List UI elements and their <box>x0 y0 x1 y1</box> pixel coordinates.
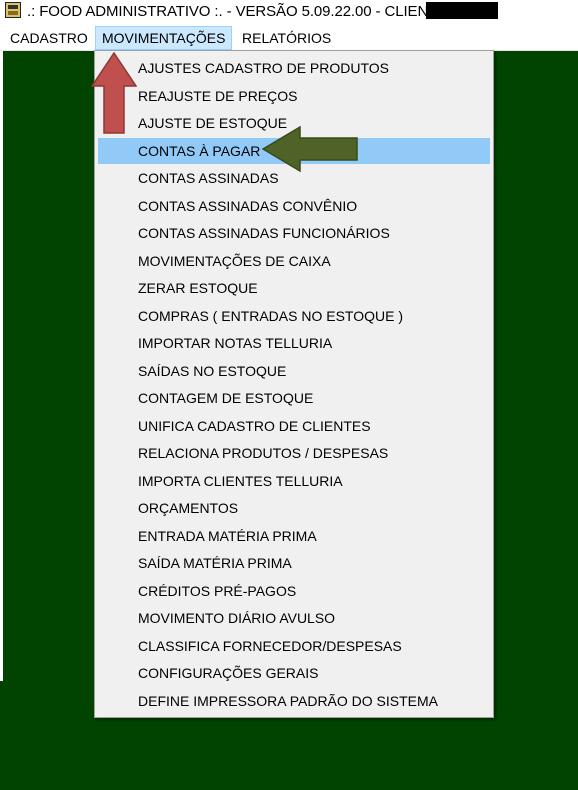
workspace-edge <box>0 51 3 681</box>
menu-item-unifica-cadastro-de-clientes[interactable]: UNIFICA CADASTRO DE CLIENTES <box>98 413 490 439</box>
menu-item-orcamentos[interactable]: ORÇAMENTOS <box>98 495 490 521</box>
menu-bar: CADASTRO MOVIMENTAÇÕES RELATÓRIOS <box>0 26 578 51</box>
menu-item-saida-materia-prima[interactable]: SAÍDA MATÉRIA PRIMA <box>98 550 490 576</box>
menu-item-importar-notas-telluria[interactable]: IMPORTAR NOTAS TELLURIA <box>98 330 490 356</box>
menu-item-contas-assinadas-convenio[interactable]: CONTAS ASSINADAS CONVÊNIO <box>98 193 490 219</box>
menu-item-define-impressora-padrao-do-sistema[interactable]: DEFINE IMPRESSORA PADRÃO DO SISTEMA <box>98 688 490 714</box>
app-window: .: FOOD ADMINISTRATIVO :. - VERSÃO 5.09.… <box>0 0 578 790</box>
menu-item-compras-entradas-no-estoque[interactable]: COMPRAS ( ENTRADAS NO ESTOQUE ) <box>98 303 490 329</box>
menu-item-configuracoes-gerais[interactable]: CONFIGURAÇÕES GERAIS <box>98 660 490 686</box>
menu-item-movimento-diario-avulso[interactable]: MOVIMENTO DIÁRIO AVULSO <box>98 605 490 631</box>
menu-item-entrada-materia-prima[interactable]: ENTRADA MATÉRIA PRIMA <box>98 523 490 549</box>
window-title: .: FOOD ADMINISTRATIVO :. - VERSÃO 5.09.… <box>27 3 452 20</box>
app-icon <box>5 2 21 18</box>
menu-item-reajuste-de-precos[interactable]: REAJUSTE DE PREÇOS <box>98 83 490 109</box>
menu-item-saidas-no-estoque[interactable]: SAÍDAS NO ESTOQUE <box>98 358 490 384</box>
menu-item-contas-assinadas-funcionarios[interactable]: CONTAS ASSINADAS FUNCIONÁRIOS <box>98 220 490 246</box>
menu-item-importa-clientes-telluria[interactable]: IMPORTA CLIENTES TELLURIA <box>98 468 490 494</box>
menu-item-movimentacoes-de-caixa[interactable]: MOVIMENTAÇÕES DE CAIXA <box>98 248 490 274</box>
menu-item-ajustes-cadastro-de-produtos[interactable]: AJUSTES CADASTRO DE PRODUTOS <box>98 55 490 81</box>
menu-item-creditos-pre-pagos[interactable]: CRÉDITOS PRÉ-PAGOS <box>98 578 490 604</box>
menu-item-relaciona-produtos-despesas[interactable]: RELACIONA PRODUTOS / DESPESAS <box>98 440 490 466</box>
green-left-arrow-annotation <box>262 126 358 172</box>
red-up-arrow-annotation <box>91 52 137 134</box>
menu-movimentacoes[interactable]: MOVIMENTAÇÕES <box>95 26 233 50</box>
menu-item-contagem-de-estoque[interactable]: CONTAGEM DE ESTOQUE <box>98 385 490 411</box>
client-name-redaction <box>426 2 498 19</box>
menu-item-zerar-estoque[interactable]: ZERAR ESTOQUE <box>98 275 490 301</box>
menu-cadastro[interactable]: CADASTRO <box>4 26 94 50</box>
title-bar: .: FOOD ADMINISTRATIVO :. - VERSÃO 5.09.… <box>0 0 578 24</box>
menu-relatorios[interactable]: RELATÓRIOS <box>236 26 337 50</box>
menu-item-classifica-fornecedor-despesas[interactable]: CLASSIFICA FORNECEDOR/DESPESAS <box>98 633 490 659</box>
